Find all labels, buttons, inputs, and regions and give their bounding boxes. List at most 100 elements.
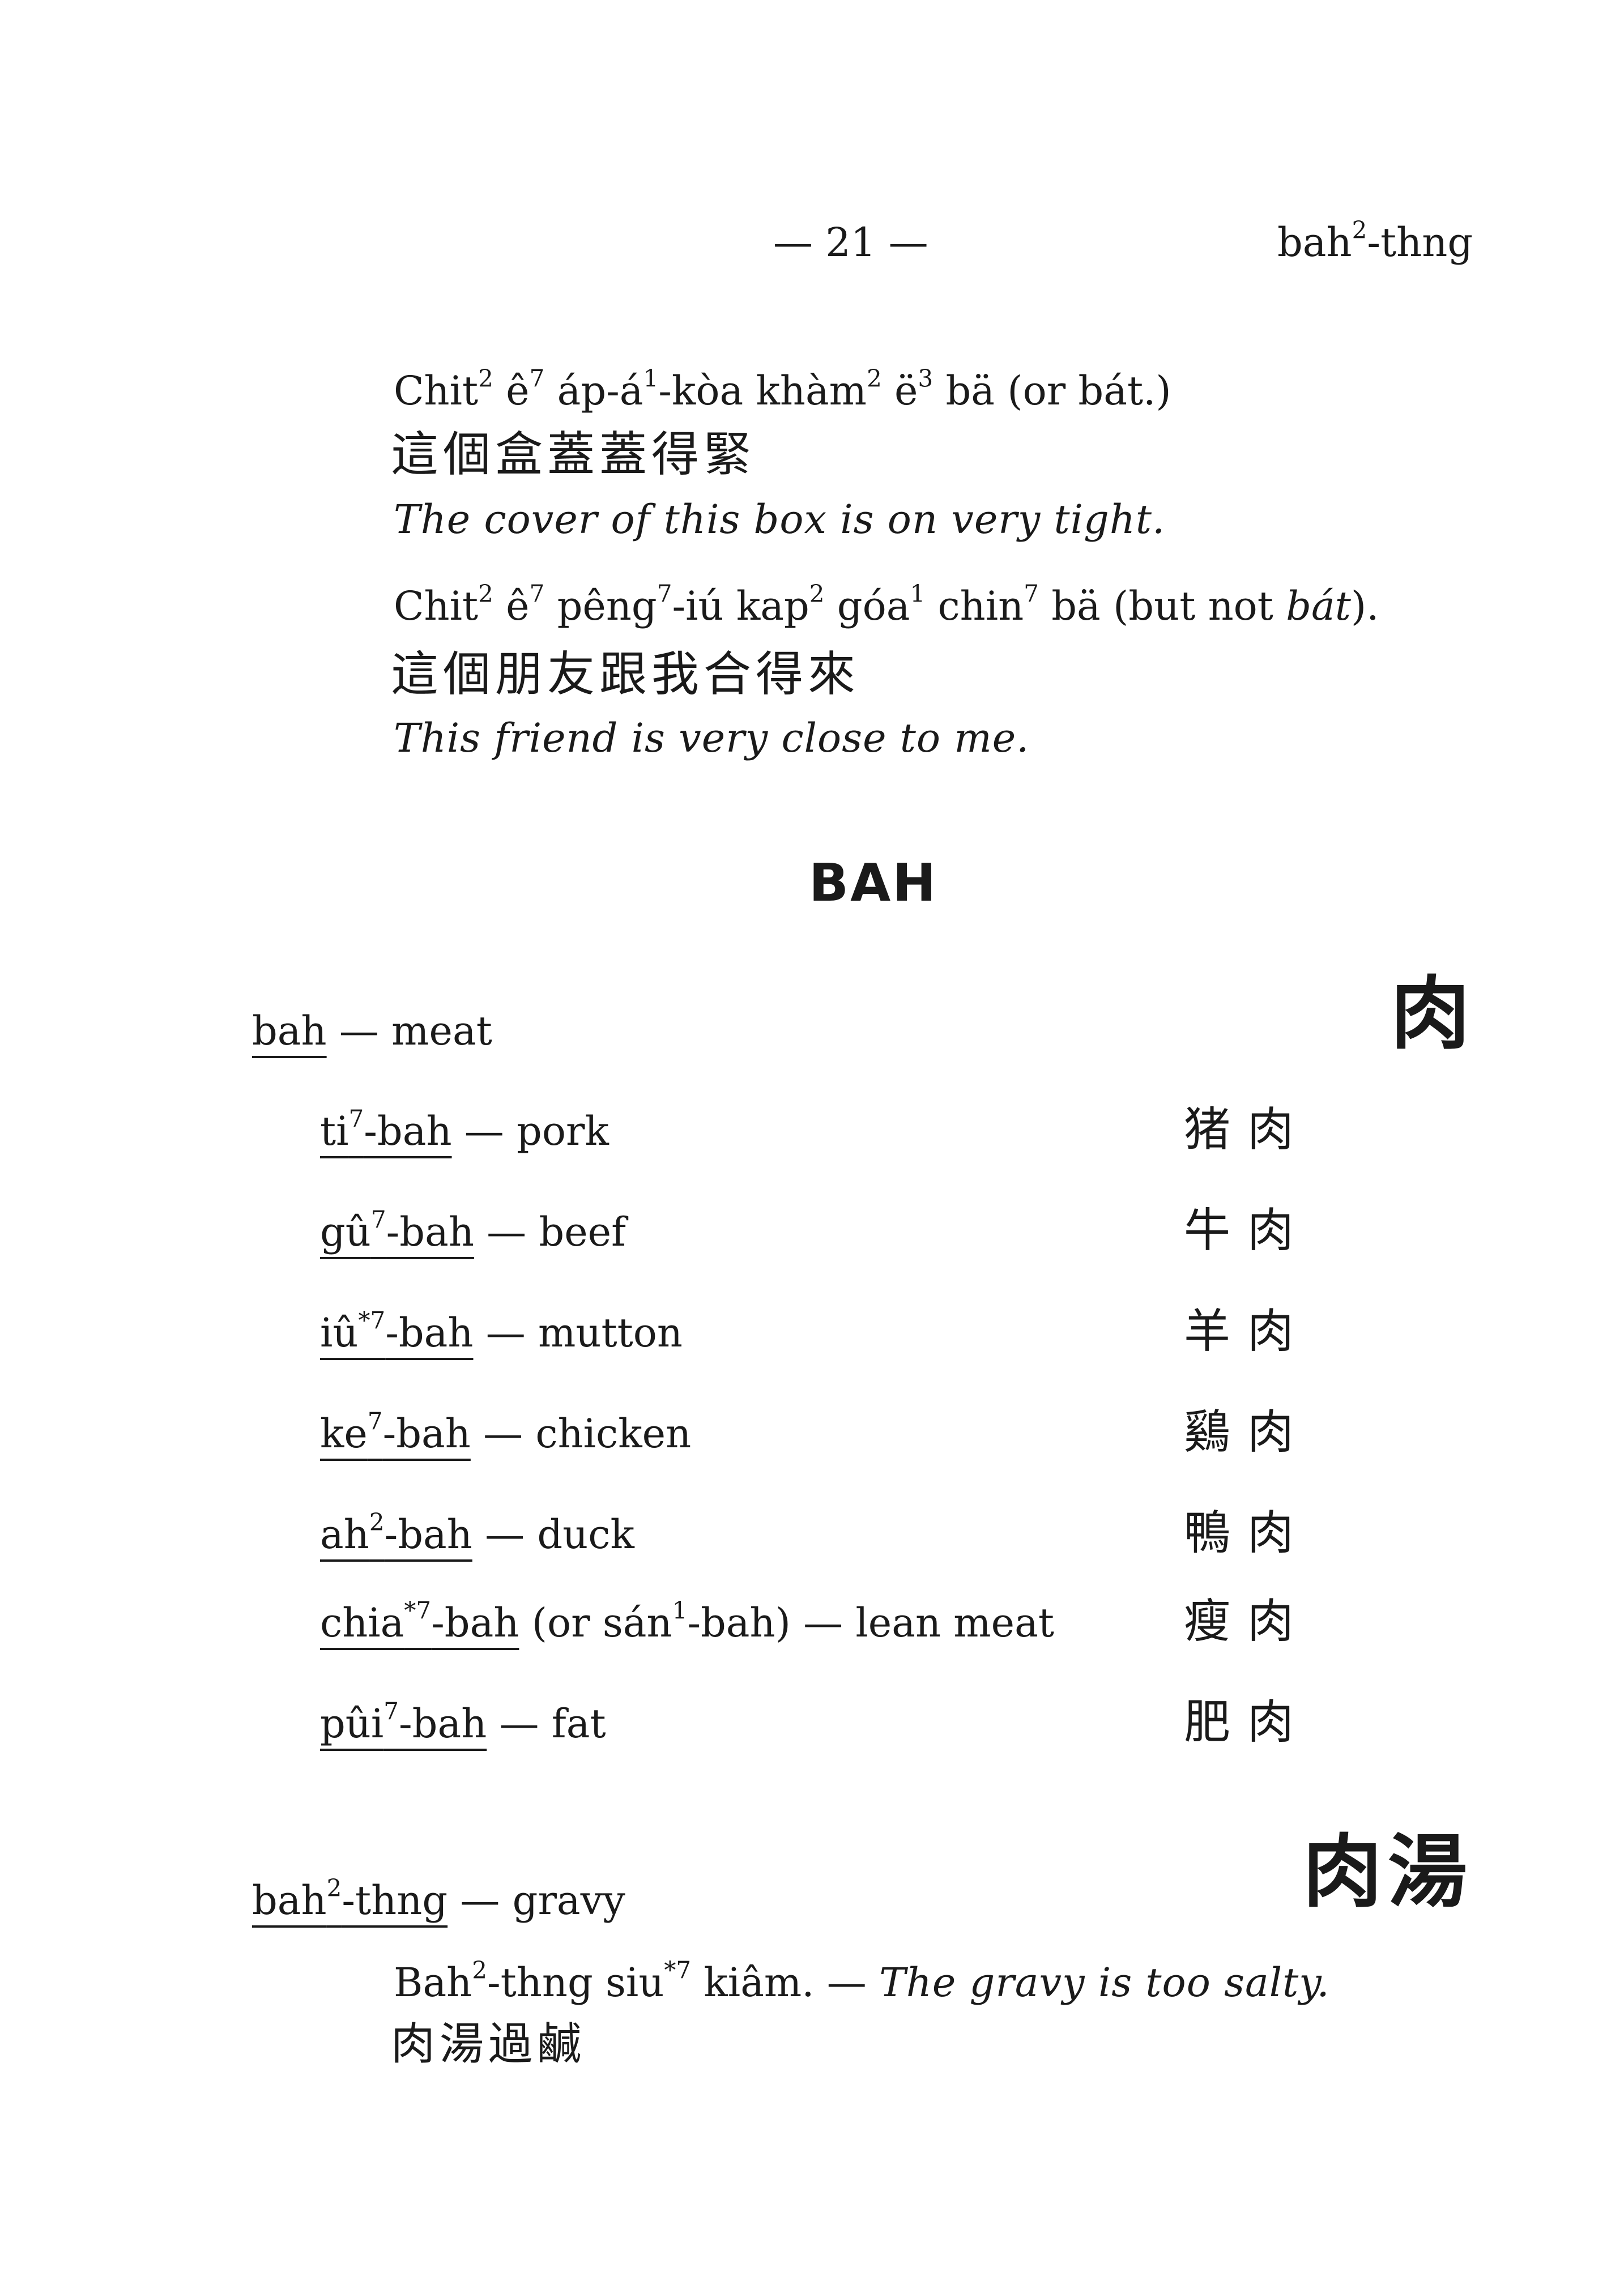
running-head-base: bah [1277, 219, 1352, 266]
sub-entry-word-sup: *7 [358, 1306, 386, 1335]
sub-entry-word-sup: *7 [404, 1596, 432, 1625]
entry-gravy-word: bah2-thng [252, 1874, 448, 1924]
sub-entry-word-segment: -bah [384, 1511, 472, 1558]
sub-entry-row: pûi7-bah — fat [320, 1699, 606, 1744]
sub-entry-gloss: — duck [472, 1511, 634, 1558]
example-english-1: The cover of this box is on very tight. [394, 496, 1166, 543]
sub-entry-word-segment: ah [320, 1511, 369, 1558]
example-romanized-1-segment: Chit [394, 368, 479, 414]
sub-entry-word-segment: -bah [382, 1410, 471, 1457]
example-romanized-2-segment: Chit [394, 583, 479, 629]
sub-entry-word-sup: 2 [369, 1508, 385, 1536]
running-head-sup: 2 [1352, 216, 1367, 244]
entry-gravy-dash: — [447, 1877, 513, 1924]
gravy-example-chinese: 肉湯過鹹 [391, 2019, 586, 2070]
example-romanized-2-sup: 7 [1024, 579, 1039, 608]
entry-gravy-word-sup: 2 [326, 1874, 342, 1902]
sub-entry-word-segment: iû [320, 1310, 359, 1356]
sub-entry-word: pûi7-bah [320, 1697, 487, 1747]
example-chinese-1: 這個盒蓋蓋得緊 [391, 427, 756, 482]
entry-gravy-word-segment: bah [252, 1877, 327, 1924]
page-number: — 21 — [773, 219, 928, 266]
sub-entry-word: gû7-bah [320, 1205, 474, 1255]
sub-entry-row: chia*7-bah (or sán1-bah) — lean meat [320, 1596, 1054, 1646]
entry-gravy-chinese: 肉湯 [1303, 1826, 1473, 1919]
example-romanized-2-segment: ). [1350, 583, 1379, 629]
example-romanized-2-segment: chin [925, 583, 1024, 629]
example-romanized-1: Chit2 ê7 áp-á1-kòa khàm2 ë3 bä (or bát.) [394, 366, 1171, 414]
entry-gravy-gloss: gravy [512, 1877, 625, 1924]
sub-entry-word-sup: 7 [370, 1205, 386, 1234]
sub-entry-word: ti7-bah [320, 1105, 452, 1154]
example-romanized-1-segment: ê [493, 368, 530, 414]
gravy-example-romanized-segment: Bah [394, 1959, 472, 2006]
sub-entry-word-sup: 7 [383, 1697, 399, 1725]
example-romanized-2-sup: 2 [478, 579, 493, 608]
sub-entry-word-segment: ti [320, 1108, 349, 1154]
example-chinese-2: 這個朋友跟我合得來 [391, 646, 860, 702]
gravy-example-line: Bah2-thng siu*7 kiâm. — The gravy is too… [394, 1958, 1330, 2002]
sub-entry-word-segment: -bah [431, 1600, 519, 1646]
sub-entry-word-segment: -bah [399, 1700, 487, 1747]
sub-entry-row: ke7-bah — chicken [320, 1409, 691, 1454]
sub-entry-gloss-sup: 1 [672, 1596, 688, 1625]
sub-entry-row: ti7-bah — pork [320, 1105, 609, 1154]
example-romanized-1-segment: bä (or bát.) [933, 368, 1171, 414]
sub-entry-word: iû*7-bah [320, 1306, 474, 1356]
example-romanized-1-sup: 3 [918, 364, 934, 393]
example-romanized-1-sup: 2 [478, 364, 493, 393]
gravy-example-romanized-sup: 2 [472, 1956, 487, 1984]
gravy-example-romanized-segment: kiâm. — [691, 1959, 880, 2006]
entry-bah-word: bah [252, 1008, 327, 1054]
example-romanized-2-sup: 7 [657, 579, 672, 608]
example-romanized-1-sup: 1 [643, 364, 659, 393]
example-romanized-2-segment: pêng [544, 583, 657, 629]
sub-entry-word-segment: -bah [364, 1108, 452, 1154]
sub-entry-chinese: 猪肉 [1184, 1103, 1311, 1157]
sub-entry-row: ah2-bah — duck [320, 1510, 634, 1554]
sub-entry-word-segment: -bah [386, 1209, 474, 1255]
example-romanized-2-segment: ê [493, 583, 530, 629]
sub-entry-gloss-segment: (or sán [519, 1600, 672, 1646]
example-romanized-2-segment: góa [824, 583, 910, 629]
sub-entry-gloss: — beef [474, 1209, 626, 1255]
sub-entry-word: chia*7-bah [320, 1596, 519, 1646]
entry-bah-chinese: 肉 [1391, 968, 1476, 1060]
sub-entry-chinese: 牛肉 [1184, 1204, 1311, 1258]
gravy-example-romanized-sup: *7 [664, 1956, 692, 1984]
sub-entry-gloss: (or sán1-bah) — lean meat [519, 1596, 1054, 1646]
sub-entry-word-segment: chia [320, 1600, 404, 1646]
gravy-example-romanized-segment: -thng siu [487, 1959, 664, 2006]
example-romanized-2: Chit2 ê7 pêng7-iú kap2 góa1 chin7 bä (bu… [394, 582, 1379, 629]
sub-entry-chinese: 肥肉 [1184, 1695, 1311, 1749]
entry-gravy: bah2-thng — gravy [252, 1876, 625, 1920]
sub-entry-chinese: 鴨肉 [1184, 1506, 1311, 1560]
section-heading: BAH [809, 853, 938, 913]
sub-entry-word: ah2-bah [320, 1508, 472, 1558]
sub-entry-chinese: 鷄肉 [1184, 1405, 1311, 1459]
entry-bah-gloss: meat [391, 1008, 492, 1054]
sub-entry-word-segment: pûi [320, 1700, 384, 1747]
gravy-example-romanized: Bah2-thng siu*7 kiâm. — [394, 1956, 880, 2006]
example-romanized-2-sup: 1 [910, 579, 926, 608]
example-romanized-1-sup: 7 [529, 364, 545, 393]
sub-entry-word-segment: ke [320, 1410, 368, 1457]
sub-entry-gloss-segment: -bah) — lean meat [687, 1600, 1054, 1646]
example-english-2: This friend is very close to me. [394, 715, 1030, 761]
sub-entry-gloss: — pork [451, 1108, 609, 1154]
sub-entry-chinese: 羊肉 [1184, 1305, 1311, 1358]
sub-entry-gloss: — chicken [470, 1410, 692, 1457]
sub-entry-chinese: 瘦肉 [1184, 1595, 1311, 1648]
sub-entry-word-sup: 7 [367, 1407, 383, 1435]
example-romanized-1-segment: -kòa khàm [658, 368, 867, 414]
example-romanized-2-sup: 7 [529, 579, 545, 608]
example-romanized-2-sup: 2 [809, 579, 825, 608]
entry-gravy-word-segment: -thng [342, 1877, 448, 1924]
example-romanized-2-segment: -iú kap [672, 583, 809, 629]
running-head: bah2-thng [1277, 218, 1473, 262]
sub-entry-word-sup: 7 [348, 1105, 364, 1133]
example-romanized-2-segment: bä (but not [1038, 583, 1286, 629]
example-romanized-1-sup: 2 [867, 364, 882, 393]
example-romanized-2-segment: bát [1286, 583, 1351, 629]
sub-entry-gloss: — mutton [473, 1310, 683, 1356]
